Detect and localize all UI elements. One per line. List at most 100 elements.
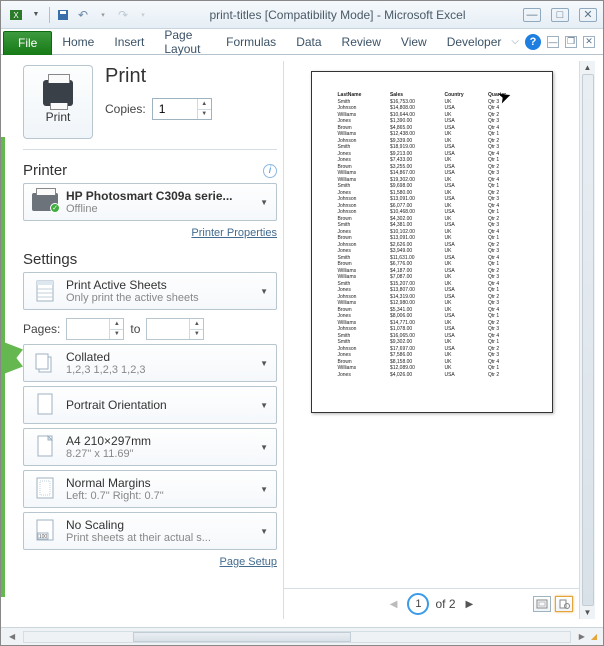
copies-down-icon[interactable]: ▼ [198,110,211,120]
scaling-sub: Print sheets at their actual s... [66,532,258,544]
scroll-left-icon[interactable]: ◀ [5,632,19,641]
pages-to-label: to [130,322,140,336]
copies-label: Copies: [105,102,146,116]
window-controls: — □ ✕ [523,8,597,22]
zoom-to-page-button[interactable] [555,596,573,612]
printer-selector[interactable]: ✓ HP Photosmart C309a serie... Offline ▼ [23,183,277,221]
doc-restore-button[interactable]: ❐ [565,36,577,48]
doc-minimize-button[interactable]: — [547,36,559,48]
up-icon[interactable]: ▲ [190,319,203,330]
pages-to-field[interactable]: ▲▼ [146,318,204,340]
tab-view[interactable]: View [391,30,437,54]
printer-name: HP Photosmart C309a serie... [66,189,258,203]
app-window: X ▼ ↶ ▾ ↷ ▾ print-titles [Compatibility … [0,0,604,646]
minimize-button[interactable]: — [523,8,541,22]
pages-from-input[interactable] [67,319,109,339]
undo-icon[interactable]: ↶ [74,6,92,24]
scroll-right-icon[interactable]: ▶ [575,632,589,641]
svg-text:100: 100 [39,534,48,540]
scroll-thumb[interactable] [133,632,351,642]
printer-heading: Printer [23,162,67,179]
qat-dropdown-icon[interactable]: ▼ [27,6,45,24]
tab-insert[interactable]: Insert [104,30,154,54]
up-icon[interactable]: ▲ [110,319,123,330]
resize-grip-icon[interactable]: ◢ [589,632,599,641]
tab-review[interactable]: Review [332,30,391,54]
page-icon [34,434,56,460]
scroll-thumb[interactable] [582,74,594,606]
collate-icon [34,350,56,376]
chevron-down-icon: ▼ [258,359,270,368]
backstage-print: Print Print Copies: ▲▼ [1,55,603,627]
help-icon[interactable]: ? [525,34,541,50]
print-what-sub: Only print the active sheets [66,292,258,304]
page-navigator: ◀ 1 of 2 ▶ [283,588,579,619]
printer-properties-link[interactable]: Printer Properties [191,227,277,239]
chevron-down-icon: ▼ [258,198,270,207]
print-what-selector[interactable]: Print Active SheetsOnly print the active… [23,272,277,310]
vertical-scrollbar[interactable]: ▲ ▼ [579,61,595,619]
tab-formulas[interactable]: Formulas [216,30,286,54]
collate-title: Collated [66,350,258,364]
copies-input[interactable] [153,99,197,119]
quick-access-toolbar: X ▼ ↶ ▾ ↷ ▾ [7,6,152,24]
pages-from-field[interactable]: ▲▼ [66,318,124,340]
size-title: A4 210×297mm [66,434,258,448]
printer-icon [43,80,73,106]
sheets-icon [34,278,56,304]
tab-data[interactable]: Data [286,30,331,54]
maximize-button[interactable]: □ [551,8,569,22]
page-setup-link[interactable]: Page Setup [220,556,278,568]
margins-selector[interactable]: Normal MarginsLeft: 0.7" Right: 0.7" ▼ [23,470,277,508]
settings-heading: Settings [23,251,77,268]
ribbon-expand-icon[interactable]: ⌵ [511,36,519,47]
orientation-selector[interactable]: Portrait Orientation ▼ [23,386,277,424]
size-sub: 8.27" x 11.69" [66,448,258,460]
doc-close-button[interactable]: ✕ [583,36,595,48]
printer-device-icon: ✓ [32,193,58,211]
chevron-down-icon: ▼ [258,485,270,494]
scroll-up-icon[interactable]: ▲ [584,63,592,72]
save-icon[interactable] [54,6,72,24]
printer-status: Offline [66,203,258,215]
margins-title: Normal Margins [66,476,258,490]
tab-home[interactable]: Home [52,30,104,54]
pages-to-input[interactable] [147,319,189,339]
print-preview-pane: LastNameSalesCountryQuarterSmith$16,753.… [283,61,579,619]
redo-icon[interactable]: ↷ [114,6,132,24]
ribbon-tabs: File HomeInsertPage LayoutFormulasDataRe… [1,29,603,55]
redo-dropdown-icon[interactable]: ▾ [134,6,152,24]
collate-selector[interactable]: Collated1,2,3 1,2,3 1,2,3 ▼ [23,344,277,382]
print-heading: Print [105,65,212,88]
page-of-text: of 2 [435,597,455,611]
copies-spinner[interactable]: ▲▼ [152,98,212,120]
print-settings-pane: Print Print Copies: ▲▼ [23,61,277,619]
copies-up-icon[interactable]: ▲ [198,99,211,110]
tab-page-layout[interactable]: Page Layout [154,30,216,54]
print-button[interactable]: Print [23,65,93,139]
prev-page-button[interactable]: ◀ [386,599,402,610]
show-margins-button[interactable] [533,596,551,612]
info-icon[interactable]: i [263,164,277,178]
close-button[interactable]: ✕ [579,8,597,22]
undo-dropdown-icon[interactable]: ▾ [94,6,112,24]
table-row: Jones$4,026.00USAQtr 2 [336,372,528,379]
scaling-selector[interactable]: 100 No ScalingPrint sheets at their actu… [23,512,277,550]
print-button-label: Print [46,110,71,124]
titlebar: X ▼ ↶ ▾ ↷ ▾ print-titles [Compatibility … [1,1,603,29]
scroll-down-icon[interactable]: ▼ [584,608,592,617]
tab-developer[interactable]: Developer [437,30,512,54]
svg-text:X: X [13,11,19,20]
down-icon[interactable]: ▼ [190,330,203,340]
next-page-button[interactable]: ▶ [462,599,478,610]
preview-page: LastNameSalesCountryQuarterSmith$16,753.… [311,71,553,413]
horizontal-scrollbar[interactable]: ◀ ▶ ◢ [1,627,603,645]
portrait-icon [34,392,56,418]
chevron-down-icon: ▼ [258,527,270,536]
down-icon[interactable]: ▼ [110,330,123,340]
chevron-down-icon: ▼ [258,443,270,452]
paper-size-selector[interactable]: A4 210×297mm8.27" x 11.69" ▼ [23,428,277,466]
tab-file[interactable]: File [3,31,52,55]
excel-icon[interactable]: X [7,6,25,24]
collate-sub: 1,2,3 1,2,3 1,2,3 [66,364,258,376]
